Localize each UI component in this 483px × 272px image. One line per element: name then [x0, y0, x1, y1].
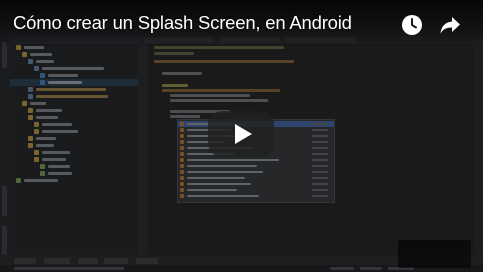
video-title[interactable]: Cómo crear un Splash Screen, en Android — [13, 12, 352, 34]
share-arrow-icon — [440, 17, 460, 34]
watch-later-button[interactable] — [401, 14, 423, 36]
share-button[interactable] — [439, 14, 461, 36]
youtube-watermark[interactable] — [398, 240, 471, 268]
video-player[interactable]: Cómo crear un Splash Screen, en Android — [0, 0, 483, 272]
clock-icon — [402, 15, 422, 35]
play-button[interactable] — [208, 111, 274, 157]
